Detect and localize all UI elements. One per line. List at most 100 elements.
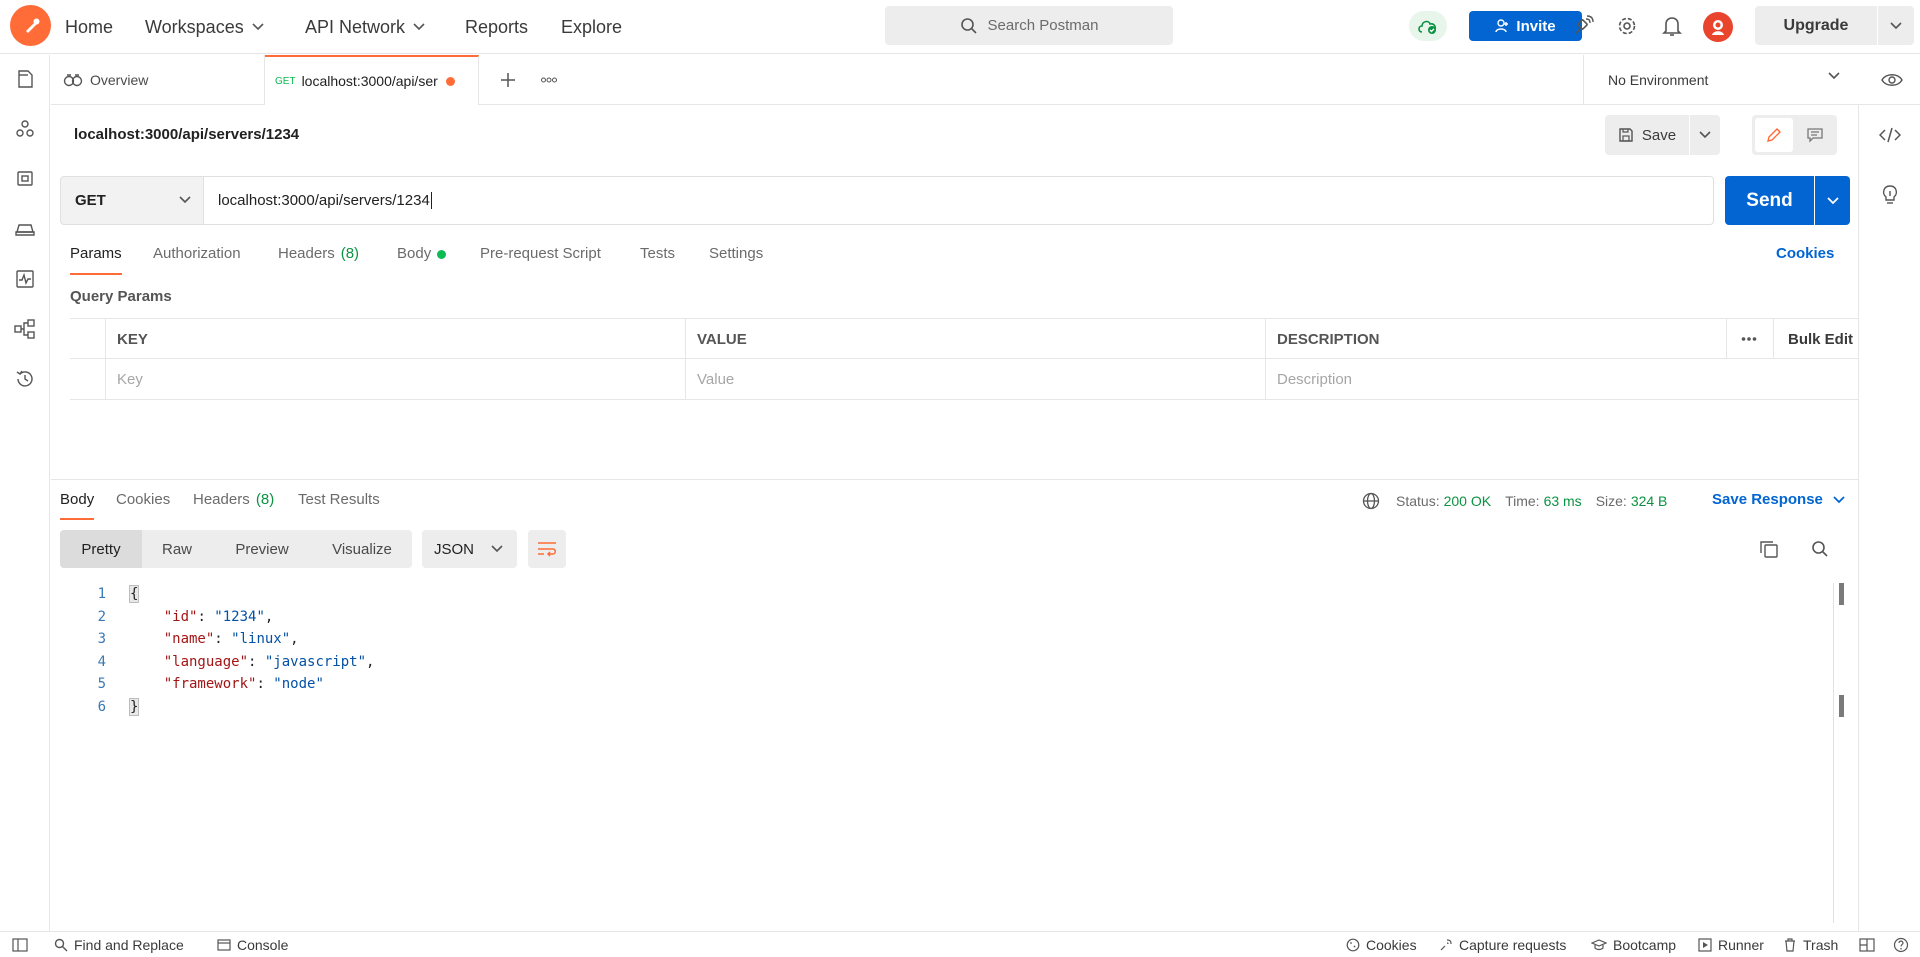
response-body-editor[interactable]: 1 { 2 "id": "1234", 3 "name": "linux", 4…	[60, 583, 1830, 923]
param-value-input[interactable]: Value	[685, 359, 1265, 399]
global-search[interactable]: Search Postman	[885, 6, 1173, 45]
right-sidebar	[1858, 105, 1920, 931]
format-pretty[interactable]: Pretty	[60, 530, 142, 568]
more-horizontal-icon	[541, 77, 557, 83]
nav-reports[interactable]: Reports	[465, 0, 528, 54]
mock-servers-icon[interactable]	[13, 217, 37, 241]
code-brace: }	[128, 697, 140, 716]
request-url-input[interactable]: localhost:3000/api/servers/1234	[204, 176, 1714, 225]
time-value[interactable]: 63 ms	[1544, 493, 1582, 509]
footer-cookies-button[interactable]: Cookies	[1346, 932, 1417, 957]
scrollbar-marker[interactable]	[1839, 695, 1844, 717]
sync-status-icon[interactable]	[1409, 11, 1447, 41]
save-response-button[interactable]: Save Response	[1712, 491, 1845, 508]
json-value: "1234"	[214, 608, 265, 625]
find-replace-button[interactable]: Find and Replace	[54, 932, 184, 957]
lightbulb-icon[interactable]	[1878, 182, 1902, 206]
nav-workspaces-label: Workspaces	[145, 16, 244, 37]
user-avatar[interactable]	[1703, 12, 1733, 42]
tab-authorization[interactable]: Authorization	[153, 245, 241, 275]
capture-requests-button[interactable]: Capture requests	[1439, 932, 1566, 957]
bootcamp-button[interactable]: Bootcamp	[1591, 932, 1676, 957]
tab-overview[interactable]: Overview	[51, 55, 265, 104]
send-dropdown-button[interactable]	[1815, 176, 1850, 225]
word-wrap-button[interactable]	[528, 530, 566, 568]
format-raw[interactable]: Raw	[142, 530, 212, 568]
nav-workspaces[interactable]: Workspaces	[145, 0, 264, 54]
environment-selector[interactable]: No Environment	[1583, 55, 1858, 104]
tab-headers[interactable]: Headers (8)	[278, 245, 359, 275]
upgrade-button[interactable]: Upgrade	[1755, 6, 1877, 45]
save-button[interactable]: Save	[1605, 115, 1689, 155]
tab-options-button[interactable]	[537, 68, 561, 92]
postman-logo-icon[interactable]	[10, 5, 51, 46]
send-button[interactable]: Send	[1725, 176, 1814, 225]
query-params-title: Query Params	[70, 288, 172, 305]
globe-icon[interactable]	[1362, 492, 1380, 510]
tab-active-request[interactable]: GET localhost:3000/api/ser	[265, 55, 479, 105]
tab-body[interactable]: Body	[397, 245, 447, 275]
size-value[interactable]: 324 B	[1631, 493, 1668, 509]
param-description-input[interactable]: Description	[1265, 359, 1858, 399]
body-indicator-dot	[437, 250, 447, 259]
nav-api-network-label: API Network	[305, 16, 406, 37]
comments-mode-button[interactable]	[1796, 118, 1834, 152]
search-response-button[interactable]	[1808, 537, 1832, 561]
response-tab-cookies[interactable]: Cookies	[116, 491, 170, 520]
console-label: Console	[237, 937, 289, 953]
response-pane-divider[interactable]	[51, 479, 1858, 480]
request-title[interactable]: localhost:3000/api/servers/1234	[74, 126, 299, 143]
copy-icon	[1760, 541, 1778, 558]
save-dropdown-button[interactable]	[1690, 115, 1720, 155]
nav-explore[interactable]: Explore	[561, 0, 622, 54]
scrollbar-marker[interactable]	[1839, 583, 1844, 605]
runner-button[interactable]: Runner	[1698, 932, 1764, 957]
console-button[interactable]: Console	[217, 932, 288, 957]
format-preview[interactable]: Preview	[212, 530, 312, 568]
flows-icon[interactable]	[13, 317, 37, 341]
collections-icon[interactable]	[13, 67, 37, 91]
response-tab-headers[interactable]: Headers (8)	[193, 491, 274, 520]
nav-api-network[interactable]: API Network	[305, 0, 425, 54]
satellite-icon[interactable]	[1570, 13, 1596, 39]
text-cursor	[430, 192, 432, 209]
layout-toggle-button[interactable]	[1859, 932, 1881, 957]
edit-mode-button[interactable]	[1755, 118, 1793, 152]
json-key: "id"	[163, 608, 198, 625]
http-method-select[interactable]: GET	[60, 176, 204, 225]
chevron-down-icon	[252, 23, 264, 31]
settings-gear-icon[interactable]	[1614, 13, 1640, 39]
response-tab-test-results[interactable]: Test Results	[298, 491, 380, 520]
new-tab-button[interactable]	[496, 68, 520, 92]
tab-settings[interactable]: Settings	[709, 245, 763, 275]
tab-prerequest-script[interactable]: Pre-request Script	[480, 245, 601, 275]
code-icon[interactable]	[1878, 123, 1902, 147]
trash-button[interactable]: Trash	[1783, 932, 1838, 957]
response-tab-body[interactable]: Body	[60, 491, 95, 520]
upgrade-dropdown-button[interactable]	[1878, 6, 1914, 45]
response-format-tabs: Pretty Raw Preview Visualize	[60, 530, 412, 568]
help-button[interactable]	[1893, 932, 1915, 957]
column-header-description: DESCRIPTION	[1265, 319, 1726, 359]
monitors-icon[interactable]	[13, 267, 37, 291]
apis-icon[interactable]	[13, 117, 37, 141]
invite-button[interactable]: Invite	[1469, 11, 1582, 41]
table-options-button[interactable]	[1726, 319, 1773, 359]
history-icon[interactable]	[13, 367, 37, 391]
plus-icon	[501, 73, 515, 87]
environment-quick-look-icon[interactable]	[1879, 67, 1905, 93]
cookies-link[interactable]: Cookies	[1776, 245, 1834, 262]
environments-icon[interactable]	[13, 167, 37, 191]
editor-scroll-track[interactable]	[1833, 583, 1834, 923]
tab-params[interactable]: Params	[70, 245, 122, 275]
param-key-input[interactable]: Key	[105, 359, 685, 399]
tab-tests[interactable]: Tests	[640, 245, 675, 275]
bulk-edit-button[interactable]: Bulk Edit	[1773, 319, 1858, 359]
copy-response-button[interactable]	[1757, 537, 1781, 561]
toggle-sidebar-button[interactable]	[12, 932, 34, 957]
notification-bell-icon[interactable]	[1659, 13, 1685, 39]
format-visualize[interactable]: Visualize	[312, 530, 412, 568]
status-value[interactable]: 200 OK	[1444, 493, 1491, 509]
response-language-select[interactable]: JSON	[422, 530, 517, 568]
nav-home[interactable]: Home	[65, 0, 113, 54]
